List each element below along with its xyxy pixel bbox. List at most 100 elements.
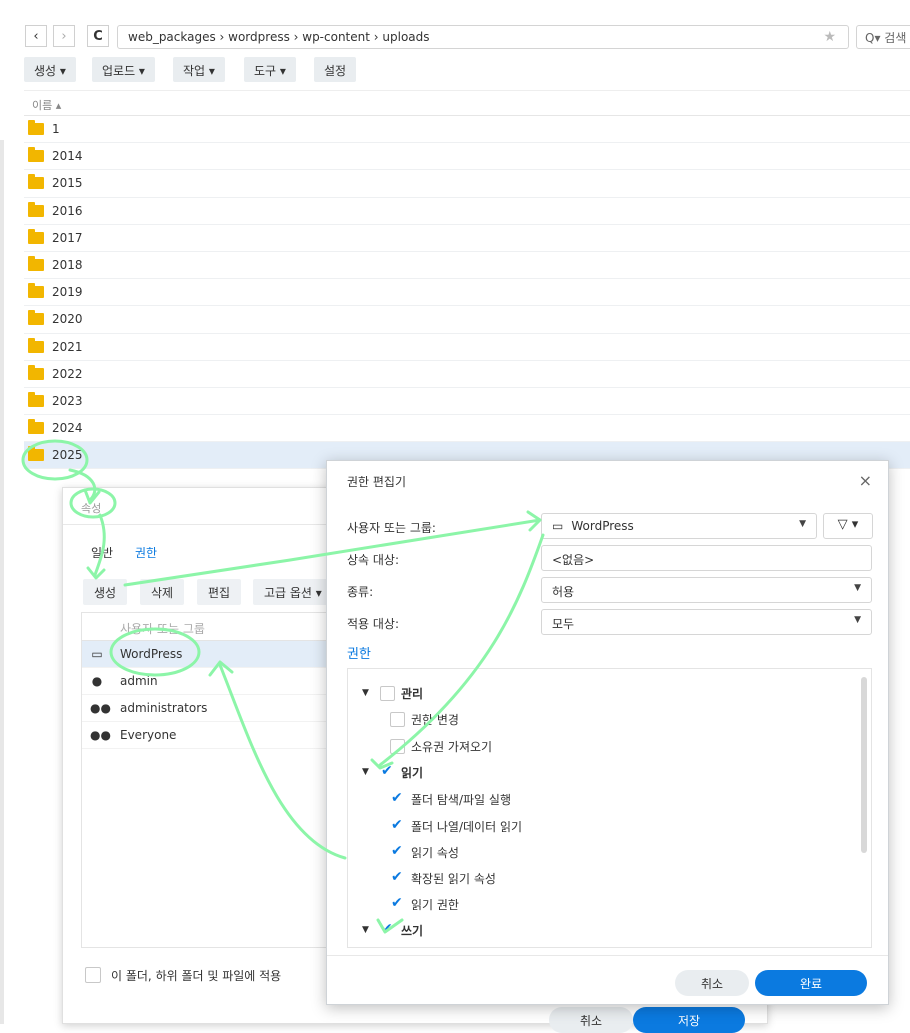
chevron-right-icon: › [61,28,67,44]
caret-down-icon: ▼ [362,688,369,698]
type-select[interactable]: 허용 ▼ [541,577,872,603]
create-permission-button[interactable]: 생성 [83,579,128,605]
folder-icon [28,174,44,190]
upload-menu-button[interactable]: 업로드 ▾ [92,57,155,82]
path-bar[interactable]: web_packages › wordpress › wp-content › … [117,25,849,49]
filter-button[interactable]: ▽ ▾ [823,513,873,539]
save-button[interactable]: 저장 [633,1007,745,1033]
folder-icon [28,228,44,244]
chevron-down-icon: ▼ [854,615,861,625]
checkbox-checked[interactable] [380,921,395,938]
chevron-down-icon: ▼ [854,583,861,593]
tree-item[interactable]: 폴더 탐색/파일 실행 [390,789,511,809]
user-group-select[interactable]: ▭ WordPress ▼ [541,513,817,539]
forward-button[interactable]: › [53,25,75,47]
tools-menu-button[interactable]: 도구 ▾ [244,57,296,82]
apply-subfolders-label: 이 폴더, 하위 폴더 및 파일에 적용 [111,969,282,983]
tab-general[interactable]: 일반 [91,544,113,561]
table-row[interactable]: ▭ WordPress [82,641,340,668]
permission-table: 사용자 또는 그룹 ▭ WordPress ● admin ●● administra… [81,612,341,948]
folder-icon [28,419,44,435]
chevron-down-icon: ▼ [799,519,806,529]
path-text: web_packages › wordpress › wp-content › … [128,30,430,44]
tree-item[interactable]: 읽기 권한 [390,894,459,914]
type-label: 종류: [347,585,374,599]
list-item[interactable]: 2023 [24,388,910,416]
search-input[interactable]: Q▾ 검색 [856,25,910,49]
star-icon[interactable]: ★ [823,29,836,45]
folder-icon [28,147,44,163]
cancel-button[interactable]: 취소 [549,1007,633,1033]
list-item[interactable]: 2022 [24,361,910,388]
list-item[interactable]: 2014 [24,143,910,171]
inherit-field: <없음> [541,545,872,571]
checkbox[interactable] [390,711,405,727]
back-button[interactable]: ‹ [25,25,47,47]
tree-group-write[interactable]: ▼쓰기 [362,920,423,940]
properties-title: 속성 [81,502,102,515]
checkbox-checked[interactable] [390,895,405,912]
table-row[interactable]: ●● administrators [82,695,340,722]
table-header: 사용자 또는 그룹 [82,613,340,641]
tree-item[interactable]: 폴더 나열/데이터 읽기 [390,816,522,836]
inherit-label: 상속 대상: [347,553,400,567]
left-edge [0,140,4,1024]
caret-down-icon: ▼ [362,767,369,777]
refresh-icon: C [93,28,103,44]
action-menu-button[interactable]: 작업 ▾ [173,57,225,82]
permissions-section-title: 권한 [347,647,371,662]
delete-permission-button[interactable]: 삭제 [140,579,185,605]
table-row[interactable]: ●● Everyone [82,722,340,749]
cancel-button[interactable]: 취소 [675,970,749,996]
name-column-header[interactable]: 이름 ▴ [24,90,910,116]
folder-icon [28,283,44,299]
list-item[interactable]: 2017 [24,225,910,252]
tab-permissions[interactable]: 권한 [135,544,157,561]
table-row[interactable]: ● admin [82,668,340,695]
users-icon: ●● [90,701,111,715]
tree-item[interactable]: 권한 변경 [390,709,459,729]
checkbox-checked[interactable] [380,763,395,780]
list-item[interactable]: 2020 [24,306,910,334]
list-item[interactable]: 2015 [24,170,910,198]
user-group-label: 사용자 또는 그룹: [347,521,436,535]
list-item[interactable]: 2021 [24,334,910,361]
checkbox-checked[interactable] [390,843,405,860]
file-station-toolbar: ‹ › C web_packages › wordpress › wp-cont… [0,0,910,90]
folder-icon [28,337,44,353]
divider [327,955,888,956]
list-item[interactable]: 2024 [24,415,910,443]
checkbox[interactable] [380,685,395,701]
folder-icon [28,364,44,380]
tree-group-admin[interactable]: ▼ 관리 [362,683,423,703]
apply-to-select[interactable]: 모두 ▼ [541,609,872,635]
checkbox-checked[interactable] [390,817,405,834]
user-icon: ● [91,674,103,688]
advanced-options-button[interactable]: 고급 옵션 ▾ [253,579,333,605]
tree-item[interactable]: 읽기 속성 [390,842,459,862]
list-item[interactable]: 1 [24,116,910,144]
checkbox-checked[interactable] [390,790,405,807]
settings-button[interactable]: 설정 [314,57,357,82]
scrollbar[interactable] [861,677,867,853]
create-menu-button[interactable]: 생성 ▾ [24,57,76,82]
chevron-left-icon: ‹ [33,28,39,44]
edit-permission-button[interactable]: 편집 [197,579,242,605]
tree-item[interactable]: 확장된 읽기 속성 [390,868,496,888]
close-icon[interactable]: × [859,471,872,490]
tree-item[interactable]: 소유권 가져오기 [390,736,492,756]
tree-group-read[interactable]: ▼읽기 [362,762,423,782]
checkbox-checked[interactable] [390,869,405,886]
list-item[interactable]: 2019 [24,279,910,307]
folder-icon [28,120,44,136]
list-item[interactable]: 2018 [24,252,910,280]
refresh-button[interactable]: C [87,25,109,47]
group-window-icon: ▭ [552,519,564,533]
list-item[interactable]: 2016 [24,198,910,225]
permission-tree: ▼관리 권한 변경 소유권 가져오기 ▼읽기 폴더 탐색/파일 실행 폴더 나열… [347,668,872,948]
group-window-icon: ▭ [91,647,103,661]
folder-icon [28,310,44,326]
done-button[interactable]: 완료 [755,970,867,996]
checkbox[interactable] [390,738,405,754]
apply-subfolders-checkbox[interactable] [85,967,101,983]
